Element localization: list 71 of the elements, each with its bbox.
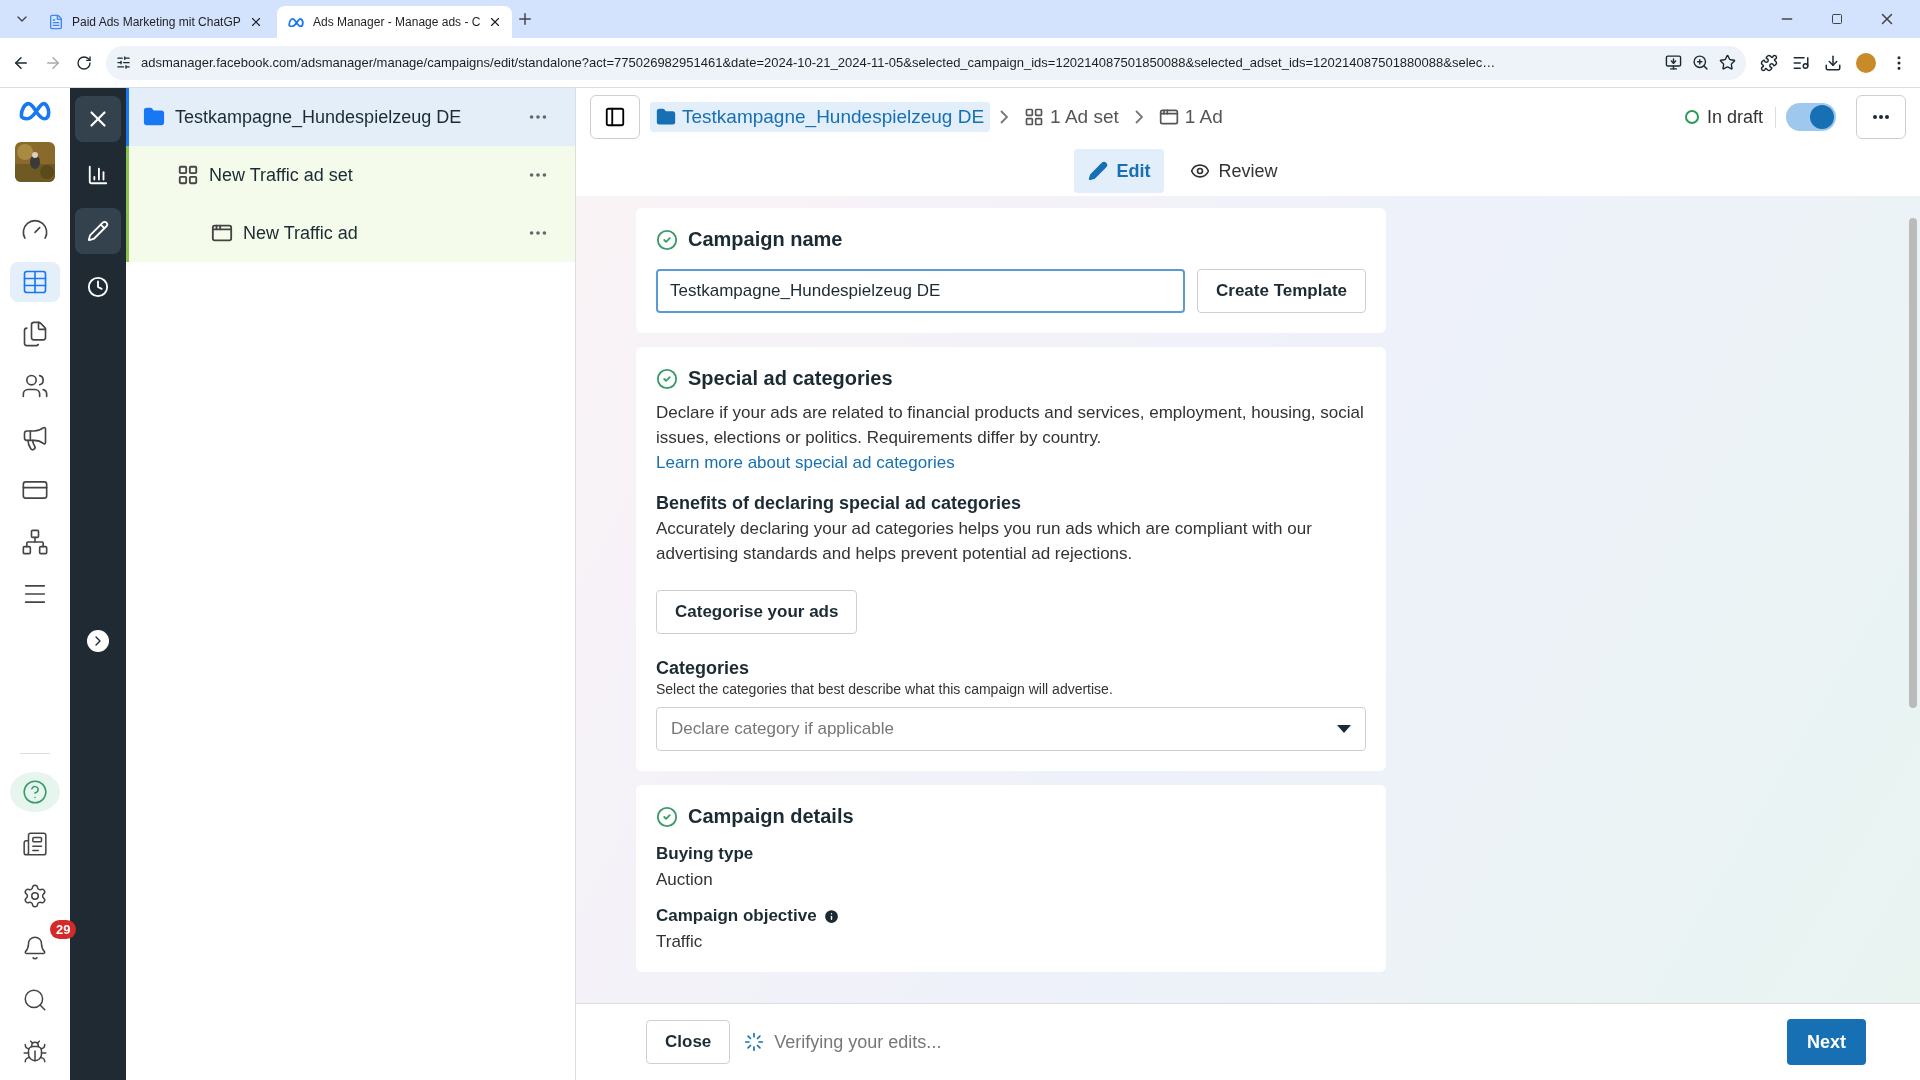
close-button[interactable]: [75, 96, 121, 142]
sidebar-panel-icon: [604, 106, 626, 128]
extensions-icon[interactable]: [1760, 53, 1778, 72]
breadcrumb[interactable]: 1 Ad: [1152, 102, 1229, 132]
dropdown-caret-icon: [1337, 725, 1351, 733]
chevron-icon: [1134, 110, 1143, 124]
card-title: Special ad categories: [688, 367, 893, 390]
tree-item[interactable]: New Traffic ad: [126, 204, 575, 262]
browser-tab[interactable]: Ads Manager - Manage ads - C: [277, 6, 512, 38]
categorise-button[interactable]: Categorise your ads: [656, 590, 858, 634]
field-label: Buying type: [656, 844, 754, 864]
install-icon[interactable]: [1665, 54, 1682, 71]
category-dropdown[interactable]: Declare category if applicable: [656, 707, 1366, 751]
document-icon: [48, 14, 64, 30]
bookmark-icon[interactable]: [1719, 54, 1736, 71]
create-template-button[interactable]: Create Template: [1197, 269, 1366, 313]
info-icon[interactable]: [822, 907, 840, 925]
field-hint: Select the categories that best describe what this campaign will advertise.: [656, 681, 1114, 697]
reload-icon[interactable]: [76, 54, 92, 71]
browser-tab[interactable]: Paid Ads Marketing mit ChatGP: [38, 6, 273, 38]
window-icon: [211, 222, 233, 244]
status-text: Verifying your edits...: [774, 1031, 942, 1053]
field-label: Categories: [656, 658, 751, 679]
folder-icon: [656, 107, 676, 127]
expand-icon[interactable]: [87, 630, 109, 652]
campaign-name-field[interactable]: Testkampagne_Hundespielzeug DE: [656, 269, 1185, 313]
card-title: Campaign name: [688, 228, 843, 251]
pencil-icon[interactable]: [75, 208, 121, 254]
field-label: Campaign objective: [656, 906, 817, 926]
eye-icon: [1190, 161, 1211, 181]
section-heading: Benefits of declaring special ad categories: [656, 493, 1023, 514]
folder-icon: [143, 106, 165, 128]
field-value: Traffic: [656, 932, 704, 952]
site-settings-icon[interactable]: [116, 55, 131, 70]
profile-avatar[interactable]: [1856, 52, 1876, 73]
check-icon: [656, 228, 678, 251]
window-icon: [1158, 107, 1179, 127]
new-tab-icon[interactable]: [516, 10, 534, 28]
breadcrumb[interactable]: Testkampagne_Hundespielzeug DE: [650, 102, 991, 132]
mode-tab[interactable]: Review: [1176, 149, 1292, 193]
breadcrumb[interactable]: 1 Ad set: [1018, 102, 1125, 132]
meta-logo-icon: [287, 16, 305, 28]
mode-tab[interactable]: Edit: [1074, 149, 1165, 193]
grid-icon: [1024, 107, 1045, 127]
help-icon[interactable]: [10, 772, 60, 812]
tree-item[interactable]: New Traffic ad set: [126, 146, 575, 204]
download-icon[interactable]: [1824, 53, 1842, 72]
close-button[interactable]: Close: [646, 1020, 731, 1064]
description-text: Declare if your ads are related to financial products and services, employment, housing, social issues, elections or politics. Requirements differ by country. Learn more about special ad categories: [656, 402, 1365, 474]
pencil-icon: [1088, 161, 1109, 181]
check-icon: [656, 805, 678, 828]
close-icon[interactable]: [488, 15, 502, 29]
more-icon: [1873, 115, 1889, 119]
status-label: In draft: [1684, 106, 1776, 128]
next-button[interactable]: Next: [1787, 1019, 1866, 1065]
spinner-icon: [744, 1032, 765, 1052]
zoom-icon[interactable]: [1692, 54, 1709, 71]
grid-icon: [177, 164, 199, 186]
benefits-text: Accurately declaring your ad categories helps you run ads which are compliant with our advertising standards and helps prevent potential ad rejections.: [656, 518, 1313, 565]
toggle-switch[interactable]: [1786, 103, 1836, 131]
table-icon[interactable]: [10, 261, 60, 302]
panel-toggle-button[interactable]: [590, 95, 640, 139]
learn-more-link[interactable]: Learn more about special ad categories: [656, 453, 955, 472]
card-title: Campaign details: [688, 805, 854, 828]
field-value: Auction: [656, 870, 714, 890]
notification-badge: 29: [50, 920, 77, 939]
check-icon: [656, 367, 678, 390]
tree-item[interactable]: Testkampagne_Hundespielzeug DE: [126, 88, 575, 146]
chevron-icon: [1000, 110, 1009, 124]
close-icon[interactable]: [249, 15, 263, 29]
meta-logo-icon: [17, 100, 53, 122]
